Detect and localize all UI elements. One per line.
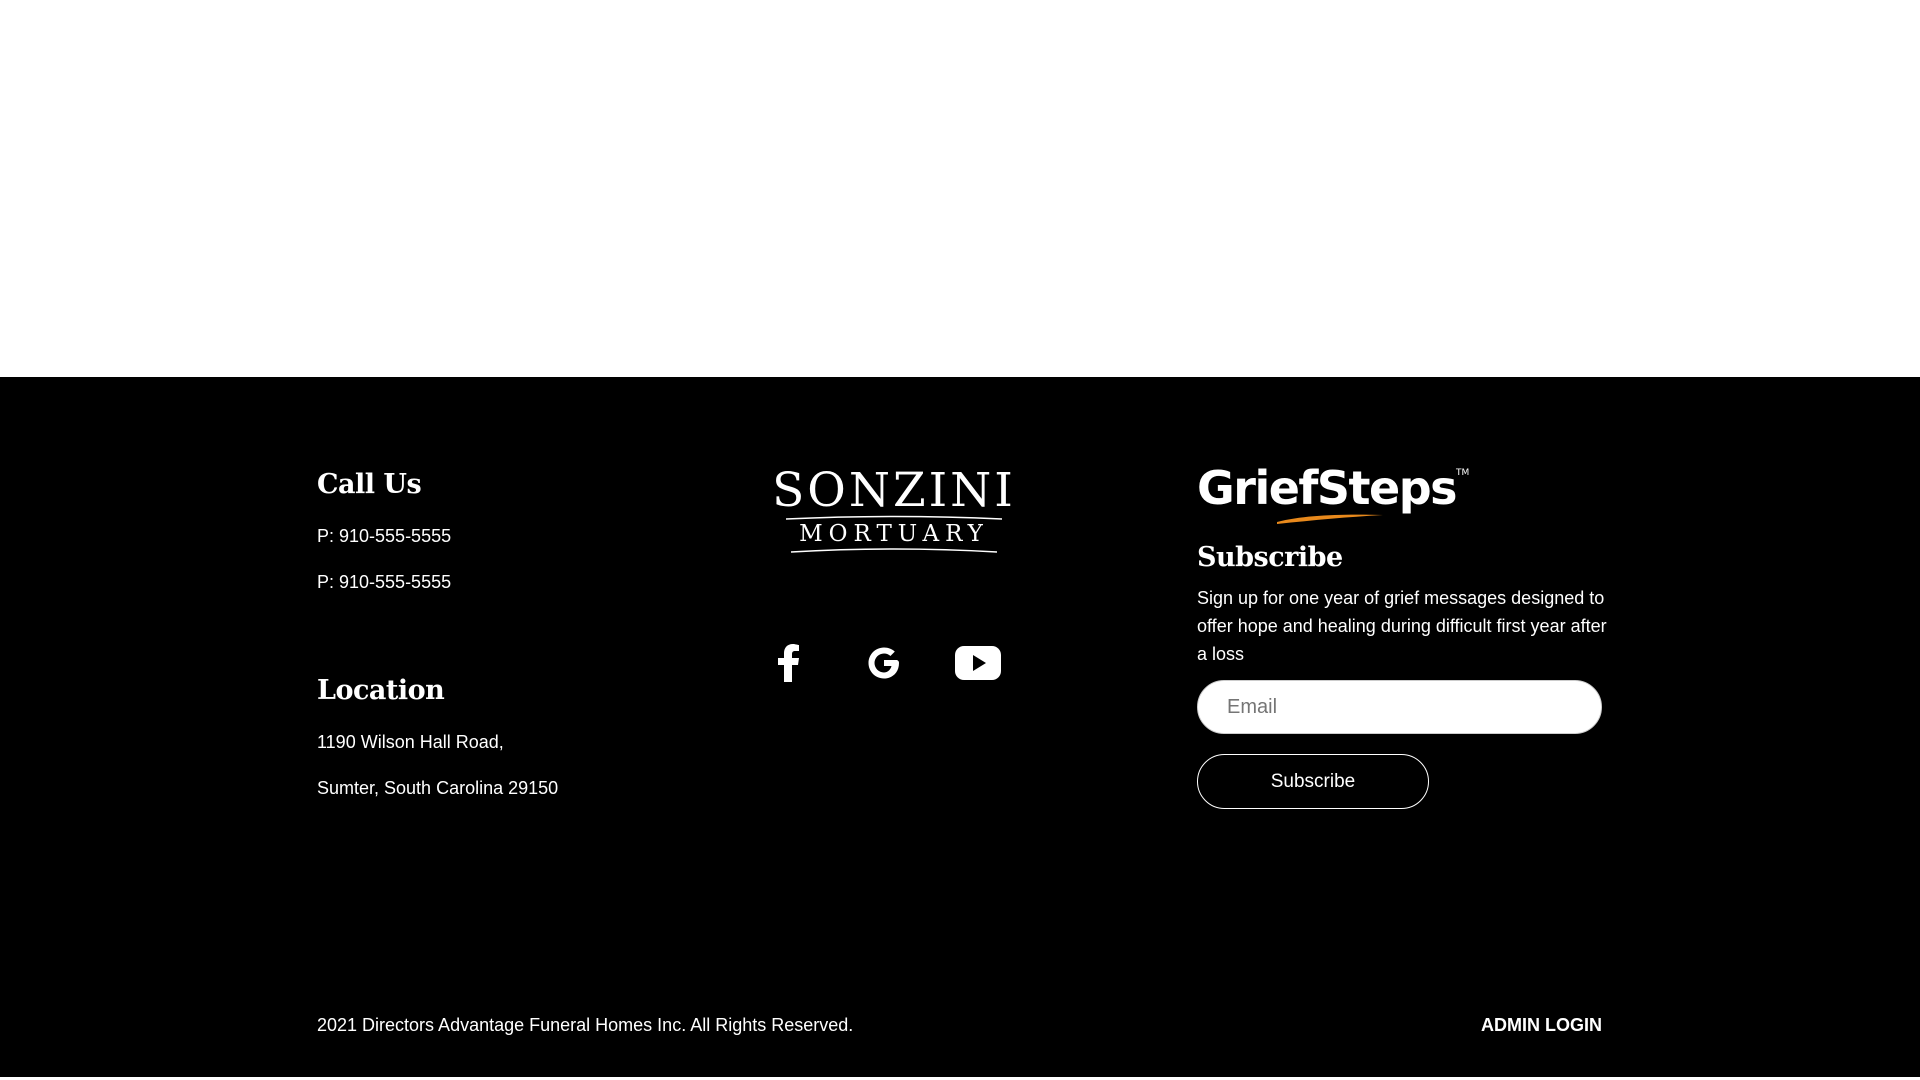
copyright-text: 2021 Directors Advantage Funeral Homes I…	[317, 1015, 854, 1035]
griefsteps-trademark: TM	[1456, 468, 1470, 478]
griefsteps-logo[interactable]: GriefStepsTM	[1197, 465, 1470, 535]
sonzini-logo[interactable]: SONZINI MORTUARY	[760, 467, 1028, 554]
email-input[interactable]	[1197, 680, 1602, 734]
griefsteps-logo-text: GriefSteps	[1197, 461, 1458, 515]
subscribe-button[interactable]: Subscribe	[1197, 754, 1429, 809]
logo-main-text: SONZINI	[772, 463, 1016, 518]
facebook-link[interactable]	[774, 639, 804, 687]
google-icon	[868, 647, 899, 679]
phone-number-1[interactable]: P: 910-555-5555	[317, 526, 451, 547]
site-footer: Call Us P: 910-555-5555 P: 910-555-5555 …	[0, 377, 1920, 1077]
phone-number-2[interactable]: P: 910-555-5555	[317, 572, 451, 593]
youtube-link[interactable]	[953, 639, 1003, 687]
facebook-icon	[778, 644, 799, 682]
admin-login-link[interactable]: ADMIN LOGIN	[1481, 1015, 1602, 1036]
google-link[interactable]	[864, 639, 904, 687]
logo-bottom-rule	[790, 548, 998, 553]
youtube-icon	[955, 646, 1001, 680]
address-line-1: 1190 Wilson Hall Road,	[317, 732, 504, 752]
location-heading: Location	[317, 675, 445, 706]
subscribe-description: Sign up for one year of grief messages d…	[1197, 588, 1607, 664]
call-us-heading: Call Us	[317, 469, 422, 500]
logo-subtitle: MORTUARY	[799, 521, 989, 547]
griefsteps-swoosh-icon	[1277, 514, 1383, 524]
subscribe-heading: Subscribe	[1197, 542, 1343, 573]
address-line-2: Sumter, South Carolina 29150	[317, 778, 559, 798]
